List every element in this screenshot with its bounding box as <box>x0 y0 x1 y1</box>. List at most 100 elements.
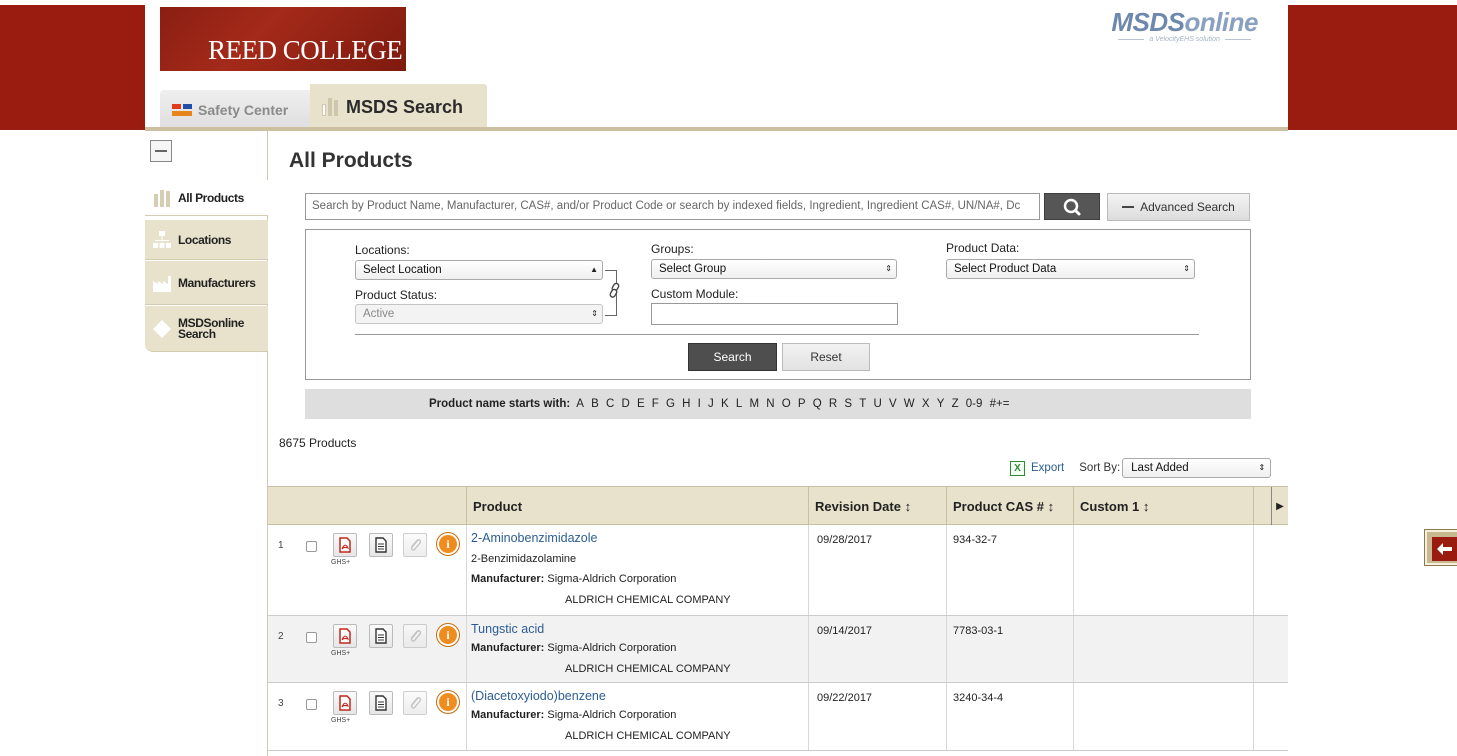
sidebar-item-all-products[interactable]: All Products <box>145 180 268 216</box>
alphabet-letter[interactable]: X <box>922 398 930 410</box>
pdf-icon <box>339 537 351 553</box>
alphabet-letter[interactable]: B <box>591 398 599 410</box>
sort-by-label: Sort By: <box>1079 462 1121 474</box>
sidebar-item-locations[interactable]: Locations <box>145 220 268 260</box>
alphabet-letter[interactable]: S <box>844 398 852 410</box>
info-icon[interactable]: i <box>437 691 459 713</box>
page-title: All Products <box>289 149 413 172</box>
alphabet-letter[interactable]: U <box>873 398 881 410</box>
manufacturer-label: Manufacturer: <box>471 642 545 654</box>
column-header-revision-date[interactable]: Revision Date ↕ <box>808 487 946 525</box>
alphabet-letter[interactable]: L <box>736 398 742 410</box>
link-chain-icon[interactable] <box>608 282 622 298</box>
product-name-link[interactable]: (Diacetoxyiodo)benzene <box>471 689 606 703</box>
alphabet-letter[interactable]: N <box>766 398 774 410</box>
ghs-label: GHS+ <box>331 559 351 566</box>
alphabet-letter[interactable]: Y <box>937 398 945 410</box>
column-header-product-cas[interactable]: Product CAS # ↕ <box>946 487 1073 525</box>
alphabet-letter[interactable]: Z <box>952 398 959 410</box>
product-status-label: Product Status: <box>355 288 438 302</box>
online-wordmark-part: online <box>1184 7 1258 37</box>
manufacturer-alt-name: ALDRICH CHEMICAL COMPANY <box>565 730 731 742</box>
msdsonline-logo[interactable]: MSDSonline a VelocityEHS solution <box>1111 7 1258 43</box>
alphabet-letter[interactable]: P <box>798 398 806 410</box>
tab-msds-search[interactable]: MSDS Search <box>310 84 487 130</box>
alphabet-letter[interactable]: M <box>749 398 759 410</box>
info-icon[interactable]: i <box>437 624 459 646</box>
alphabet-letter[interactable]: K <box>721 398 729 410</box>
product-status-select[interactable]: Active ⇕ <box>355 304 603 324</box>
alphabet-letter[interactable]: 0-9 <box>966 398 983 410</box>
alphabet-letter[interactable]: C <box>606 398 614 410</box>
alphabet-letter[interactable]: I <box>698 398 701 410</box>
row-select-checkbox[interactable] <box>306 699 317 710</box>
pdf-sds-button[interactable] <box>333 533 357 557</box>
info-icon[interactable]: i <box>437 533 459 555</box>
collapse-sidebar-button[interactable] <box>150 140 172 162</box>
pdf-sds-button[interactable] <box>333 691 357 715</box>
row-select-checkbox[interactable] <box>306 541 317 552</box>
alphabet-letter[interactable]: D <box>621 398 629 410</box>
tab-safety-center-label: Safety Center <box>198 102 289 118</box>
factory-icon <box>153 275 171 292</box>
column-header-custom-1[interactable]: Custom 1 ↕ <box>1073 487 1253 525</box>
table-row: 1 GHS+ i 2-Aminobenzimidazole 2-Benzimidazol… <box>268 525 1288 616</box>
sidebar-item-manufacturers[interactable]: Manufacturers <box>145 261 268 305</box>
revision-date: 09/14/2017 <box>817 625 873 637</box>
product-data-select[interactable]: Select Product Data ⇕ <box>946 259 1195 279</box>
alphabet-letter[interactable]: G <box>666 398 675 410</box>
reed-college-logo[interactable]: REED COLLEGE <box>160 7 406 71</box>
college-name: REED COLLEGE <box>208 35 403 65</box>
advanced-search-button[interactable]: Advanced Search <box>1107 193 1250 221</box>
tab-safety-center[interactable]: Safety Center <box>160 90 310 130</box>
custom-module-input[interactable] <box>651 303 898 325</box>
column-header-product[interactable]: Product <box>466 487 808 525</box>
ghs-label: GHS+ <box>331 717 351 724</box>
groups-select[interactable]: Select Group ⇕ <box>651 259 897 279</box>
column-divider <box>808 683 809 750</box>
back-button[interactable] <box>1425 530 1457 565</box>
sidebar-item-label: Manufacturers <box>178 275 256 290</box>
excel-icon[interactable]: X <box>1010 460 1025 476</box>
document-button[interactable] <box>369 624 393 648</box>
pdf-sds-button[interactable] <box>333 624 357 648</box>
locations-label: Locations: <box>355 243 410 257</box>
product-name-link[interactable]: 2-Aminobenzimidazole <box>471 531 597 545</box>
row-select-checkbox[interactable] <box>306 632 317 643</box>
sort-by-value: Last Added <box>1131 462 1189 474</box>
sort-by-select[interactable]: Last Added ⇕ <box>1122 458 1272 478</box>
alphabet-letter[interactable]: #+= <box>990 398 1010 410</box>
apply-search-button[interactable]: Search <box>688 343 777 371</box>
attachment-button[interactable] <box>403 691 427 715</box>
attachment-button[interactable] <box>403 533 427 557</box>
column-divider <box>946 616 947 682</box>
export-link[interactable]: Export <box>1031 462 1064 474</box>
msds-wordmark-part: MSDS <box>1111 7 1185 37</box>
reset-button[interactable]: Reset <box>782 343 870 371</box>
document-button[interactable] <box>369 691 393 715</box>
search-button[interactable] <box>1044 193 1100 220</box>
alphabet-letter[interactable]: T <box>859 398 866 410</box>
document-button[interactable] <box>369 533 393 557</box>
alphabet-letter[interactable]: F <box>652 398 659 410</box>
scroll-columns-right-button[interactable]: ▶ <box>1271 487 1288 525</box>
manufacturer-name: Sigma-Aldrich Corporation <box>547 642 677 654</box>
alphabet-letter[interactable]: V <box>889 398 897 410</box>
alphabet-letter[interactable]: O <box>782 398 791 410</box>
alphabet-letter[interactable]: A <box>576 398 584 410</box>
attachment-button[interactable] <box>403 624 427 648</box>
alphabet-letter[interactable]: E <box>637 398 645 410</box>
filter-divider <box>355 334 1199 335</box>
alphabet-letter[interactable]: J <box>708 398 714 410</box>
product-cas: 934-32-7 <box>953 534 998 546</box>
alphabet-letter[interactable]: Q <box>813 398 822 410</box>
sidebar-item-msdsonline-search[interactable]: MSDSonline Search <box>145 306 268 352</box>
column-divider <box>1253 525 1254 615</box>
locations-select[interactable]: Select Location ▲ <box>355 260 603 280</box>
alphabet-letter[interactable]: H <box>682 398 690 410</box>
search-input[interactable]: Search by Product Name, Manufacturer, CA… <box>305 193 1040 220</box>
groups-select-value: Select Group <box>659 263 727 275</box>
product-name-link[interactable]: Tungstic acid <box>471 622 544 636</box>
alphabet-letter[interactable]: R <box>829 398 837 410</box>
alphabet-letter[interactable]: W <box>904 398 915 410</box>
